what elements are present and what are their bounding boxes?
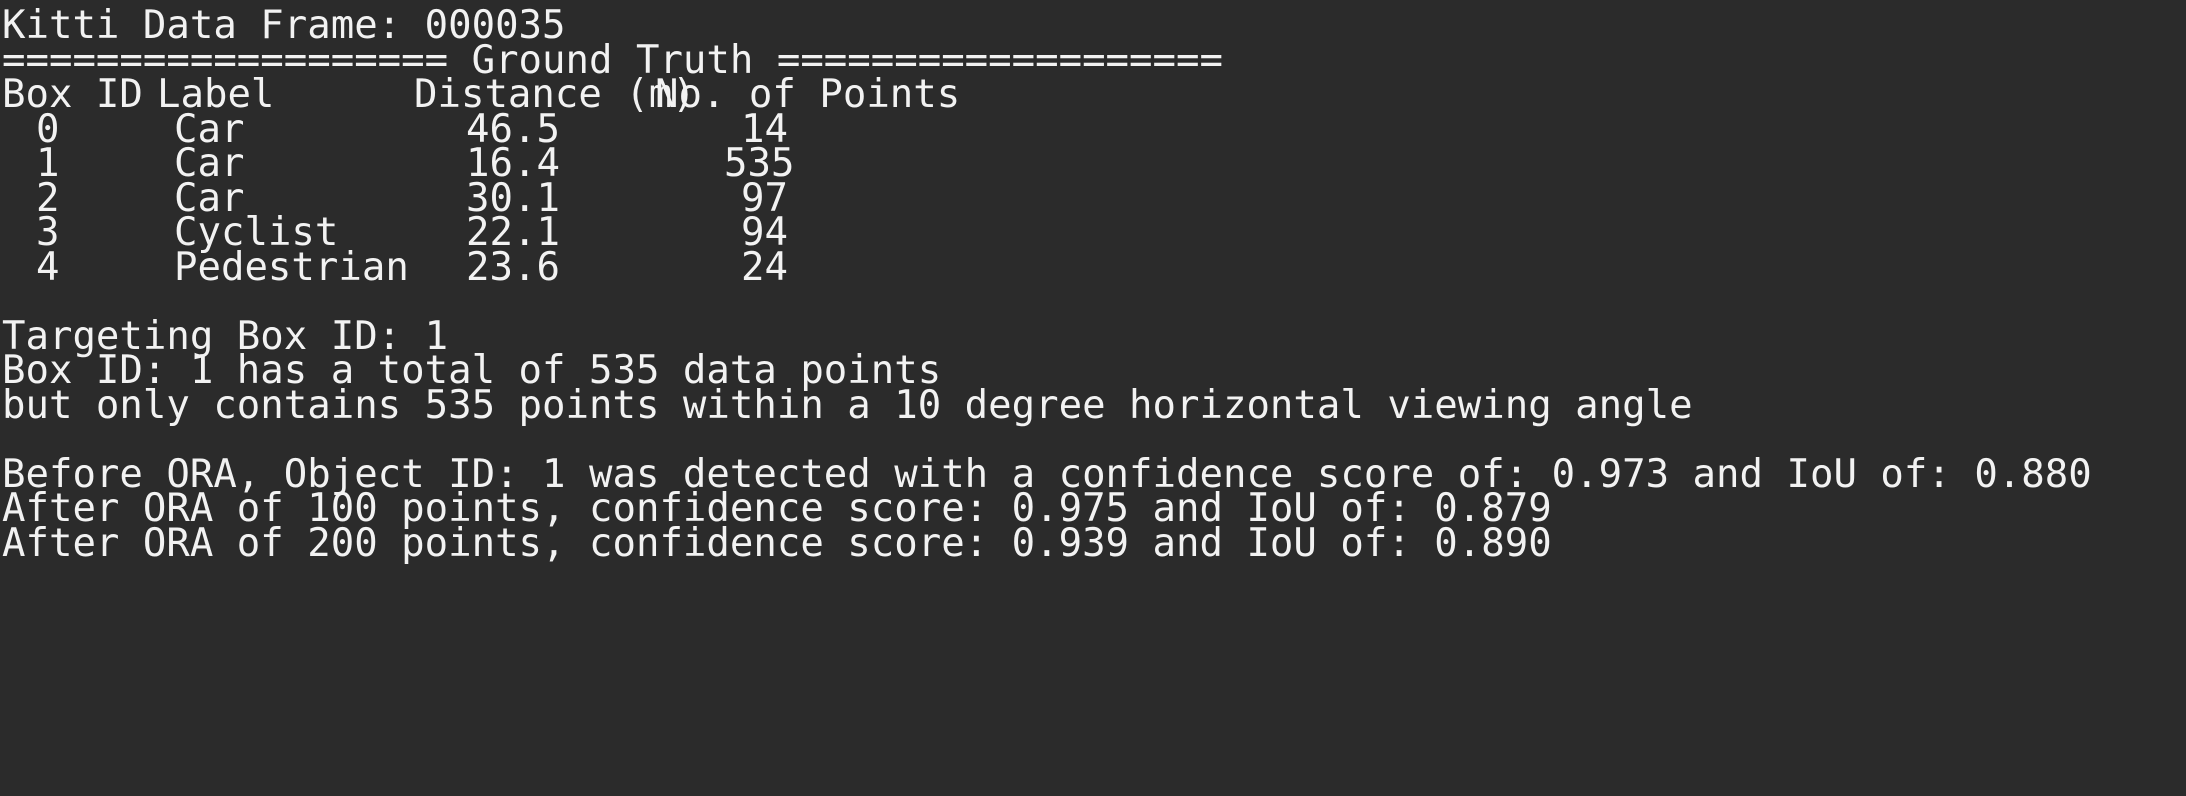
box-id-cell: 4: [36, 245, 60, 290]
after-ora-200-line: After ORA of 200 points, confidence scor…: [2, 521, 1552, 566]
distance-cell: 23.6: [466, 245, 560, 290]
label-cell: Pedestrian: [174, 245, 409, 290]
terminal-output[interactable]: Kitti Data Frame: 000035 ===============…: [0, 0, 2186, 796]
table-row: 4 Pedestrian 23.6 24: [2, 244, 1002, 292]
viewing-angle-line: but only contains 535 points within a 10…: [2, 383, 1693, 428]
points-cell: 24: [741, 245, 788, 290]
